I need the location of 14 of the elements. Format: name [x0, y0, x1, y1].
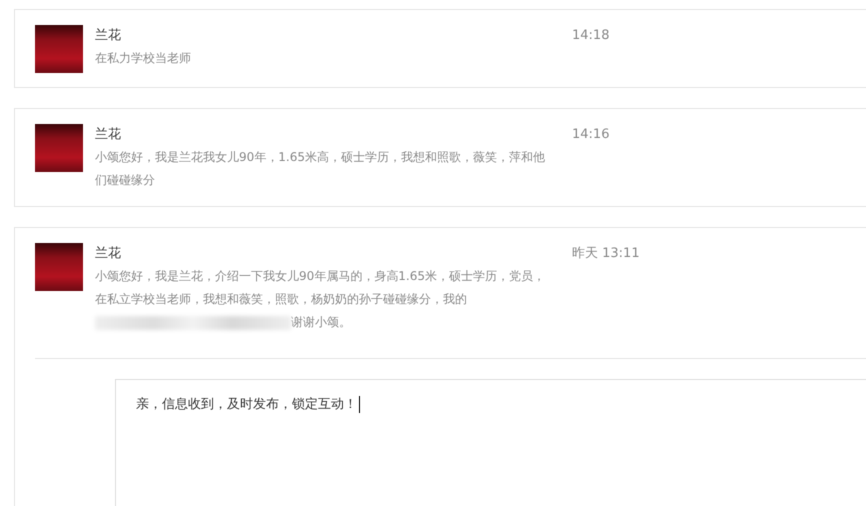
avatar-photo-placeholder: [35, 25, 83, 73]
avatar-photo-placeholder: [35, 243, 83, 291]
avatar-photo-placeholder: [35, 124, 83, 172]
message-text: 谢谢小颂。: [291, 315, 351, 329]
message-text: 小颂您好，我是兰花，介绍一下我女儿90年属马的，身高1.65米，硕士学历，党员，在私立学校当老师，我想和薇笑，照歌，杨奶奶的孙子碰碰缘分，我的: [95, 269, 545, 306]
message-time: 昨天 13:11: [572, 245, 640, 263]
sender-name: 兰花: [95, 126, 122, 144]
sender-name: 兰花: [95, 27, 122, 45]
sender-name: 兰花: [95, 245, 122, 263]
message-time: 14:18: [572, 27, 610, 45]
message-text: 小颂您好，我是兰花我女儿90年，1.65米高，硕士学历，我想和照歌，薇笑，萍和他们碰碰缘分: [95, 150, 545, 187]
reply-field[interactable]: 亲，信息收到，及时发布，锁定互动！: [115, 379, 866, 506]
message-time: 14:16: [572, 126, 610, 144]
message-text: 在私力学校当老师: [95, 51, 191, 65]
